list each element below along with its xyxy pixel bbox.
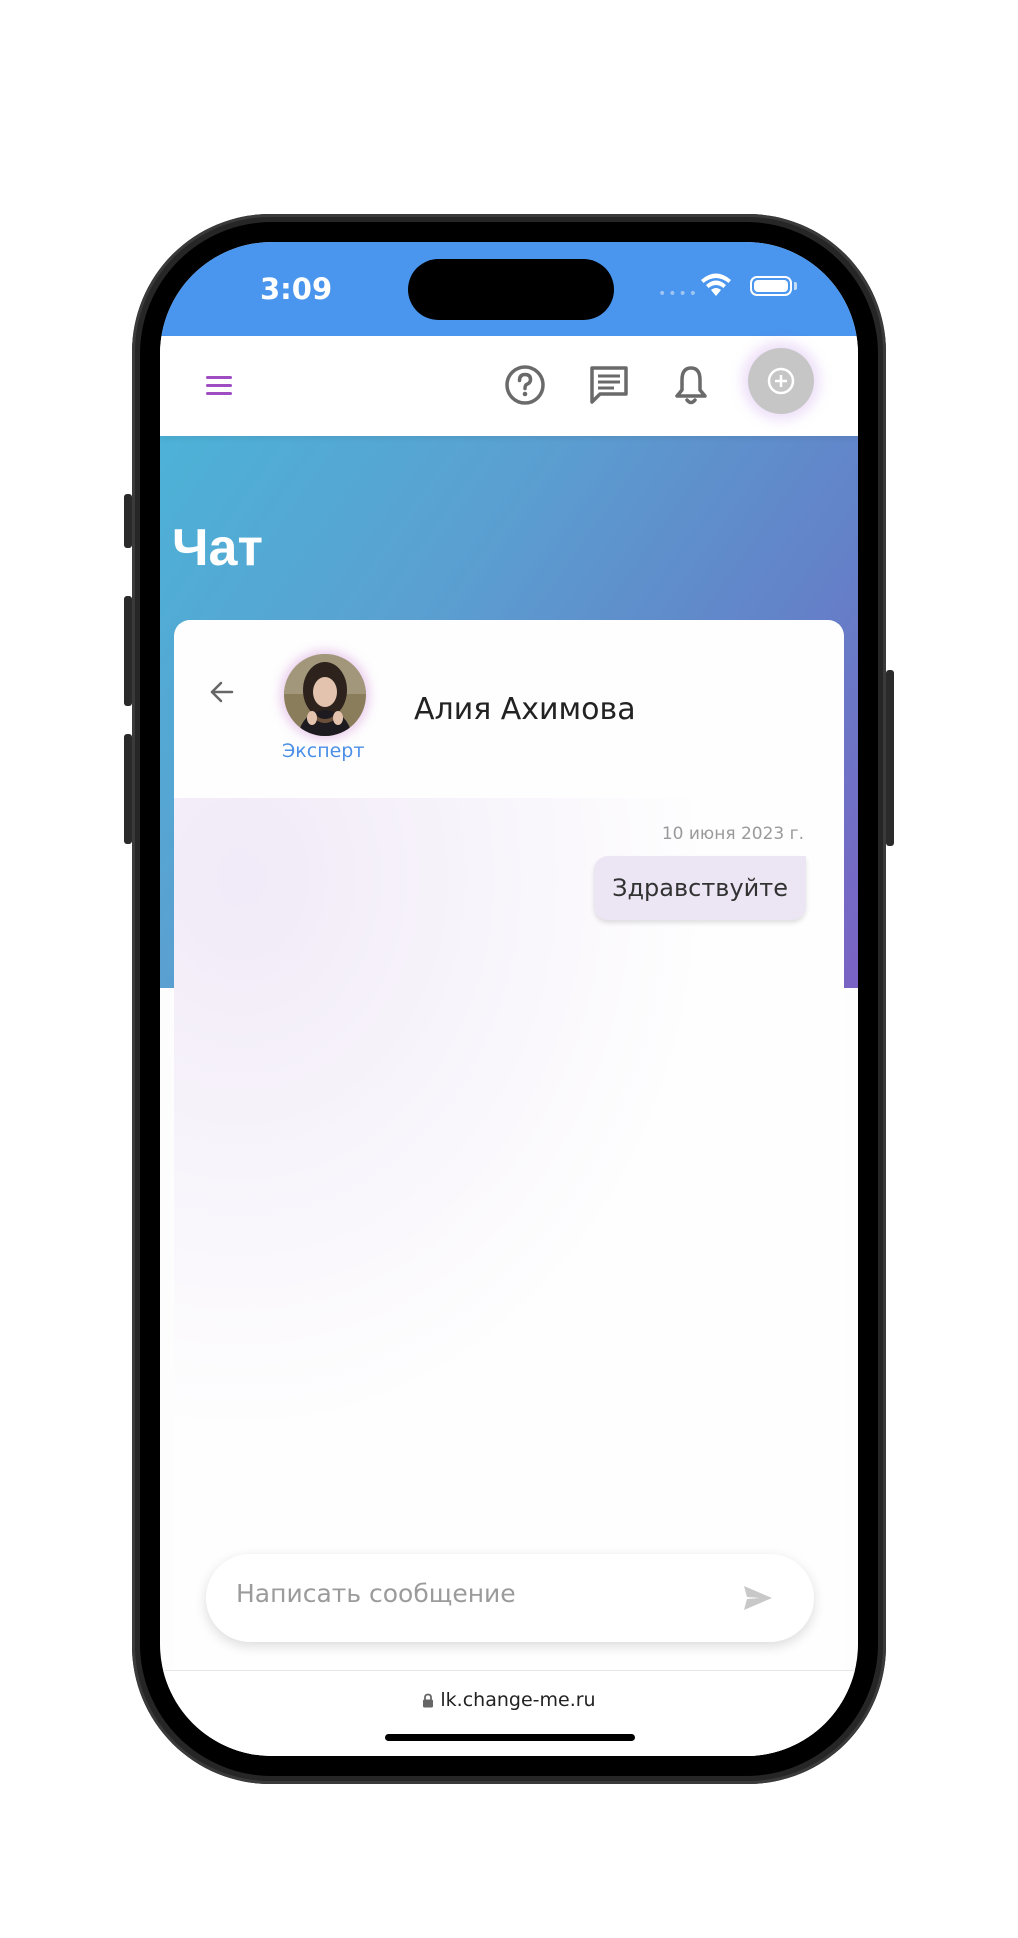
power-button	[886, 670, 894, 846]
back-arrow-icon[interactable]	[208, 678, 236, 706]
battery-tip	[794, 282, 797, 290]
message-list: 10 июня 2023 г. Здравствуйте	[174, 798, 844, 1598]
page-title: Чат	[172, 519, 263, 577]
message-composer	[206, 1554, 814, 1642]
lock-icon	[423, 1693, 434, 1708]
contact-name: Алия Ахимова	[414, 692, 636, 727]
avatar-photo	[284, 654, 366, 736]
battery-icon	[750, 276, 792, 296]
chat-icon[interactable]	[586, 362, 632, 408]
hamburger-icon[interactable]	[206, 376, 232, 400]
mute-switch	[124, 494, 132, 548]
status-time: 3:09	[260, 272, 333, 306]
signal-dots: ••••	[658, 286, 700, 302]
outgoing-message-bubble[interactable]: Здравствуйте	[594, 856, 806, 920]
url-display: lk.change-me.ru	[160, 1689, 858, 1711]
status-bar: 3:09 ••••	[160, 242, 858, 336]
volume-up-button	[124, 596, 132, 706]
wifi-icon	[701, 273, 731, 296]
home-indicator[interactable]	[385, 1734, 635, 1741]
help-circle-icon[interactable]	[502, 362, 548, 408]
avatar[interactable]	[284, 654, 366, 736]
url-text: lk.change-me.ru	[440, 1689, 596, 1711]
plus-circle-icon	[767, 367, 795, 395]
send-icon[interactable]	[742, 1582, 774, 1614]
volume-down-button	[124, 734, 132, 844]
browser-url-bar[interactable]: lk.change-me.ru	[160, 1670, 858, 1756]
message-date: 10 июня 2023 г.	[661, 824, 804, 844]
contact-role: Эксперт	[282, 740, 365, 762]
add-button[interactable]	[748, 348, 814, 414]
message-input[interactable]	[234, 1578, 738, 1609]
screen: 3:09 •••• Чат Эксперт Алия Ахимова 10 ию…	[160, 242, 858, 1756]
top-app-bar	[160, 336, 858, 436]
bell-icon[interactable]	[668, 362, 714, 408]
dynamic-island	[408, 259, 614, 320]
